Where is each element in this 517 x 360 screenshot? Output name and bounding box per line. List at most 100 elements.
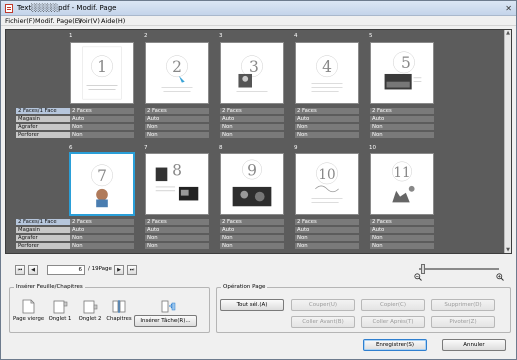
page-thumbnail[interactable]: 3 [220,42,284,104]
page-9-preview: 10 [311,162,343,203]
attr-value[interactable]: Non [370,243,434,250]
attr-value[interactable]: Auto [145,227,209,234]
insert-tab-2-tool[interactable]: Onglet 2 [77,299,103,322]
attr-value[interactable]: 2 Faces [220,219,284,226]
page-thumbnail[interactable]: 9 [220,153,284,215]
attr-value[interactable]: Non [70,235,134,242]
attr-value[interactable]: Non [220,243,284,250]
attr-value[interactable]: Auto [295,227,359,234]
blank-page-icon [20,299,36,314]
zoom-in-icon[interactable] [496,273,504,281]
attr-value[interactable]: Non [295,132,359,139]
vertical-scrollbar[interactable]: ▲ ▼ [504,30,511,253]
attr-value[interactable]: Auto [145,116,209,123]
page-big-number: 1 [97,58,107,76]
last-page-button[interactable]: ⏭ [127,265,137,275]
attr-value[interactable]: 2 Faces [70,219,134,226]
menu-file[interactable]: Fichier(F) [5,17,35,25]
cancel-button[interactable]: Annuler [442,339,506,351]
page-number: 8 [219,145,223,151]
attr-value[interactable]: Auto [295,116,359,123]
attr-value[interactable]: Auto [220,227,284,234]
attr-value[interactable]: 2 Faces [370,108,434,115]
insert-task-icon-area [156,299,180,314]
page-number: 1 [69,33,73,39]
zoom-track[interactable] [419,268,499,270]
title-bar[interactable]: Text░░░░░pdf - Modif. Page ✕ [1,1,516,16]
page-big-number: 4 [322,58,332,76]
attr-value[interactable]: 2 Faces [220,108,284,115]
attr-value[interactable]: Non [70,243,134,250]
delete-button[interactable]: Supprimer(D) [431,299,495,311]
attr-value[interactable]: Non [70,124,134,131]
attr-value[interactable]: Non [220,235,284,242]
attr-value[interactable]: Non [370,132,434,139]
next-page-button[interactable]: ▶ [114,265,124,275]
prev-page-button[interactable]: ◀ [28,265,38,275]
attr-value[interactable]: Non [370,235,434,242]
save-button[interactable]: Enregistrer(S) [363,339,427,351]
page-10-preview: 11 [392,161,415,203]
page-thumbnail[interactable]: 2 [145,42,209,104]
cut-button[interactable]: Couper(U) [291,299,355,311]
attr-value[interactable]: Non [295,124,359,131]
attr-value[interactable]: Non [295,243,359,250]
attr-value[interactable]: Auto [220,116,284,123]
page-thumbnail[interactable]: 1 [70,42,134,104]
page-big-number: 7 [97,167,107,185]
page-big-number: 9 [247,161,257,179]
scroll-down-icon[interactable]: ▼ [505,247,511,253]
pdf-icon [5,4,13,13]
paste-after-button[interactable]: Coller Après(T) [361,316,425,328]
attr-value[interactable]: 2 Faces [370,219,434,226]
page-number-input[interactable]: 6 [47,265,85,275]
insert-task-button[interactable]: Insérer Tâche(R)... [134,315,197,327]
attr-value[interactable]: Auto [70,227,134,234]
page-number: 4 [294,33,298,39]
attr-value[interactable]: 2 Faces [145,219,209,226]
scroll-up-icon[interactable]: ▲ [505,30,511,36]
menu-edit-page[interactable]: Modif. Page(E) [35,17,81,25]
page-thumbnail[interactable]: 8 [145,153,209,215]
select-all-button[interactable]: Tout sél.(A) [220,299,284,311]
attr-value[interactable]: Auto [370,227,434,234]
page-big-number: 8 [172,161,182,179]
menu-view[interactable]: Voir(V) [78,17,100,25]
attr-value[interactable]: 2 Faces [70,108,134,115]
attr-value[interactable]: Non [145,235,209,242]
insert-tab-1-tool[interactable]: Onglet 1 [47,299,73,322]
attr-value[interactable]: Auto [370,116,434,123]
close-icon[interactable]: ✕ [505,4,512,13]
attr-value[interactable]: Non [220,132,284,139]
page-thumbnail-selected[interactable]: 7 [69,152,135,216]
attr-value[interactable]: Non [145,132,209,139]
attr-value[interactable]: Non [70,132,134,139]
page-number: 7 [144,145,148,151]
page-thumbnail[interactable]: 10 [295,153,359,215]
attr-value[interactable]: Non [145,124,209,131]
page-number: 5 [369,33,373,39]
page-thumbnail[interactable]: 11 [370,153,434,215]
page-4-preview: 4 [311,55,343,92]
attr-value[interactable]: Non [220,124,284,131]
page-viewer[interactable]: 1 2 3 4 5 1 2 3 4 5 2 Faces/1 Face Magas… [5,29,512,254]
page-thumbnail[interactable]: 5 [370,42,434,104]
attr-value[interactable]: Non [370,124,434,131]
insert-chapters-tool[interactable]: Chapitres [105,299,133,322]
attr-value[interactable]: Auto [70,116,134,123]
paste-before-button[interactable]: Coller Avant(B) [291,316,355,328]
page-thumbnail[interactable]: 4 [295,42,359,104]
attr-value[interactable]: 2 Faces [145,108,209,115]
attr-value[interactable]: Non [145,243,209,250]
zoom-out-icon[interactable] [414,273,422,281]
attr-value[interactable]: Non [295,235,359,242]
copy-button[interactable]: Copier(C) [361,299,425,311]
menu-help[interactable]: Aide(H) [101,17,125,25]
first-page-button[interactable]: ⏮ [15,265,25,275]
rotate-button[interactable]: Pivoter(Z) [431,316,495,328]
zoom-slider[interactable] [414,263,504,281]
attr-value[interactable]: 2 Faces [295,219,359,226]
attr-label-tray: Magasin [16,116,70,123]
insert-blank-page-tool[interactable]: Page vierge [13,299,44,322]
attr-value[interactable]: 2 Faces [295,108,359,115]
